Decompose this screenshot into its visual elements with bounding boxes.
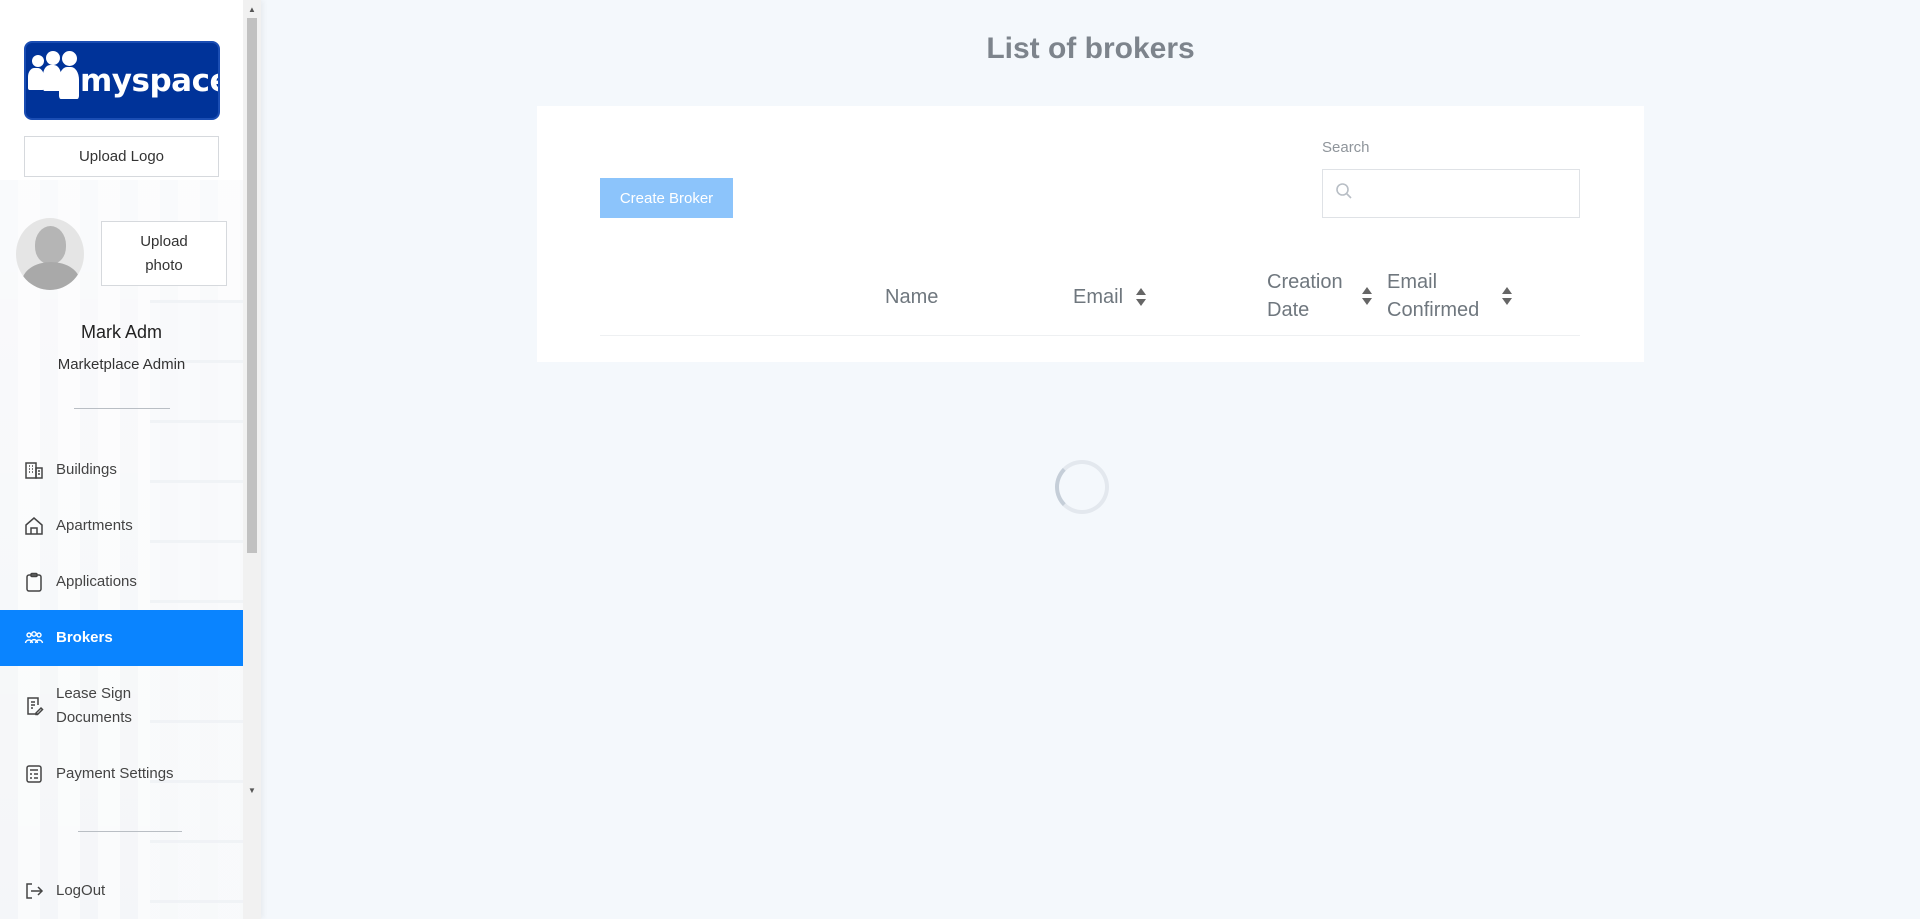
search-input[interactable] [1361,173,1579,214]
column-header-email[interactable]: Email [1073,283,1147,311]
calculator-icon [24,764,44,784]
people-logo-icon [26,43,82,118]
sidebar-item-lease-sign-documents[interactable]: Lease Sign Documents [0,676,243,736]
document-edit-icon [24,696,44,716]
search-icon [1335,182,1353,205]
sort-icon[interactable] [1501,286,1513,306]
upload-logo-button[interactable]: Upload Logo [24,136,219,177]
user-name: Mark Adm [80,322,163,342]
sidebar-divider [78,831,182,832]
sidebar-item-label: Apartments [56,517,133,534]
clipboard-icon [24,572,44,592]
table-header: Name Email Creation Date Email Confirmed [600,258,1580,336]
sidebar-item-label: Applications [56,573,137,590]
building-icon [24,460,44,480]
upload-photo-button[interactable]: Upload photo [101,221,227,286]
sidebar-item-payment-settings[interactable]: Payment Settings [0,746,243,802]
sidebar-item-label: Brokers [56,629,113,646]
sidebar-item-applications[interactable]: Applications [0,554,243,610]
home-icon [24,516,44,536]
sidebar-item-label: Buildings [56,461,117,478]
sidebar: myspace Upload Logo Upload photo Mark Ad… [0,0,261,919]
scrollbar-thumb[interactable] [247,18,257,553]
create-broker-button[interactable]: Create Broker [600,178,733,218]
column-header-email-confirmed[interactable]: Email Confirmed [1387,268,1513,324]
sort-icon[interactable] [1361,286,1373,306]
sidebar-item-buildings[interactable]: Buildings [0,442,243,498]
logout-icon [24,881,44,901]
page-title: List of brokers [986,32,1195,65]
search-label: Search [1322,139,1370,156]
sidebar-item-apartments[interactable]: Apartments [0,498,243,554]
logout-label: LogOut [56,882,106,899]
search-field[interactable] [1322,169,1580,218]
sidebar-item-label: Lease Sign Documents [56,685,132,726]
logout-button[interactable]: LogOut [0,863,243,919]
company-logo: myspace [24,41,220,120]
main-content: List of brokers Create Broker Search Nam… [261,0,1920,919]
sidebar-item-brokers[interactable]: Brokers [0,610,243,666]
sidebar-scrollbar[interactable]: ▲ ▼ [243,0,261,919]
people-icon [24,628,44,648]
column-header-creation-date[interactable]: Creation Date [1267,268,1373,324]
scroll-down-arrow-icon[interactable]: ▼ [243,781,261,799]
brokers-card: Create Broker Search Name Email Creation [537,106,1644,362]
avatar [16,218,84,290]
sidebar-divider [74,408,170,409]
logo-text: myspace [80,62,220,99]
column-header-name[interactable]: Name [885,283,938,311]
loading-spinner-icon [1055,460,1109,514]
sidebar-item-label: Payment Settings [56,765,174,782]
sort-icon[interactable] [1135,287,1147,307]
scroll-up-arrow-icon[interactable]: ▲ [243,0,261,18]
user-role: Marketplace Admin [57,356,186,373]
